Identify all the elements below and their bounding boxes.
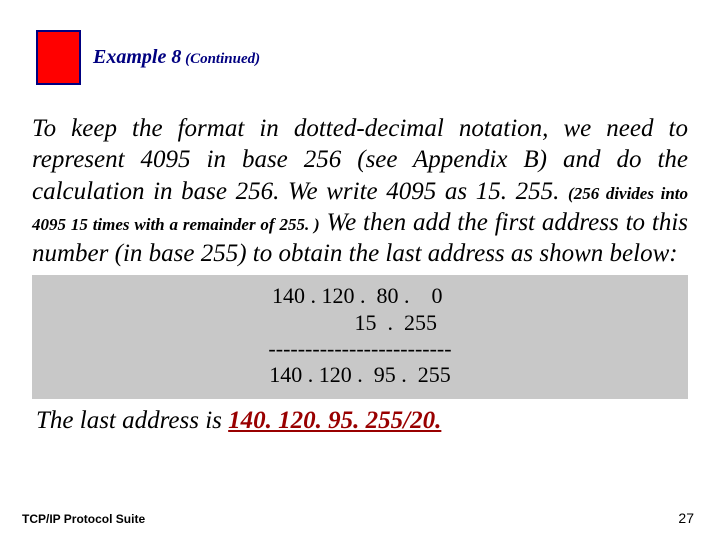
calculation-box: 140 . 120 . 80 . 0 15 . 255 ------------… xyxy=(32,275,688,399)
final-answer: 140. 120. 95. 255/20. xyxy=(228,407,441,434)
calc-line-3: ------------------------- xyxy=(32,336,688,362)
calc-line-4: 140 . 120 . 95 . 255 xyxy=(32,362,688,388)
page-number: 27 xyxy=(678,510,694,526)
example-heading: Example 8 (Continued) xyxy=(93,46,260,69)
accent-box xyxy=(36,30,81,85)
final-prefix: The last address is xyxy=(36,407,228,434)
slide: Example 8 (Continued) To keep the format… xyxy=(0,0,720,540)
header-row: Example 8 (Continued) xyxy=(30,30,690,85)
calc-line-1: 140 . 120 . 80 . 0 xyxy=(32,283,688,309)
footer-title: TCP/IP Protocol Suite xyxy=(22,512,145,526)
continued-label: (Continued) xyxy=(181,51,260,67)
body-paragraph: To keep the format in dotted-decimal not… xyxy=(32,113,688,269)
calc-line-2: 15 . 255 xyxy=(32,310,688,336)
final-sentence: The last address is 140. 120. 95. 255/20… xyxy=(36,407,688,435)
example-label: Example 8 xyxy=(93,46,181,68)
